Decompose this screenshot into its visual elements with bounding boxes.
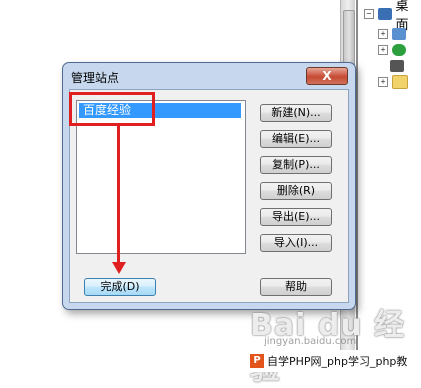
tree-item-row[interactable]: +: [378, 74, 408, 90]
annotation-box: [69, 92, 155, 126]
new-button[interactable]: 新建(N)...: [260, 104, 332, 122]
export-button[interactable]: 导出(E)...: [260, 208, 332, 226]
tree-item-row[interactable]: +: [378, 26, 406, 42]
expand-icon[interactable]: +: [378, 29, 388, 39]
desktop-icon: [377, 8, 392, 20]
php-logo-icon: P: [250, 354, 264, 368]
close-button[interactable]: X: [306, 67, 348, 85]
expand-icon[interactable]: +: [378, 45, 388, 55]
tree-item-row[interactable]: [390, 58, 404, 74]
done-button[interactable]: 完成(D): [84, 278, 156, 296]
drive-icon: [390, 60, 404, 72]
help-button[interactable]: 帮助: [260, 278, 332, 296]
network-icon: [392, 44, 406, 56]
tree-root-row[interactable]: − 桌面: [364, 0, 421, 33]
delete-button[interactable]: 删除(R): [260, 182, 332, 200]
computer-icon: [392, 28, 406, 40]
banner-text: 自学PHP网_php学习_php教: [267, 355, 408, 368]
collapse-icon[interactable]: −: [364, 9, 374, 19]
copy-button[interactable]: 复制(P)...: [260, 156, 332, 174]
tree-item-row[interactable]: +: [378, 42, 406, 58]
site-banner: P 自学PHP网_php学习_php教: [250, 350, 421, 372]
dialog-title: 管理站点: [71, 71, 120, 85]
annotation-arrow-head: [112, 262, 126, 274]
edit-button[interactable]: 编辑(E)...: [260, 130, 332, 148]
baidu-watermark-url: jingyan.baidu.com: [264, 336, 357, 347]
expand-icon[interactable]: +: [378, 77, 388, 87]
annotation-arrow-line: [117, 126, 120, 266]
import-button[interactable]: 导入(I)...: [260, 234, 332, 252]
folder-icon: [392, 75, 408, 89]
